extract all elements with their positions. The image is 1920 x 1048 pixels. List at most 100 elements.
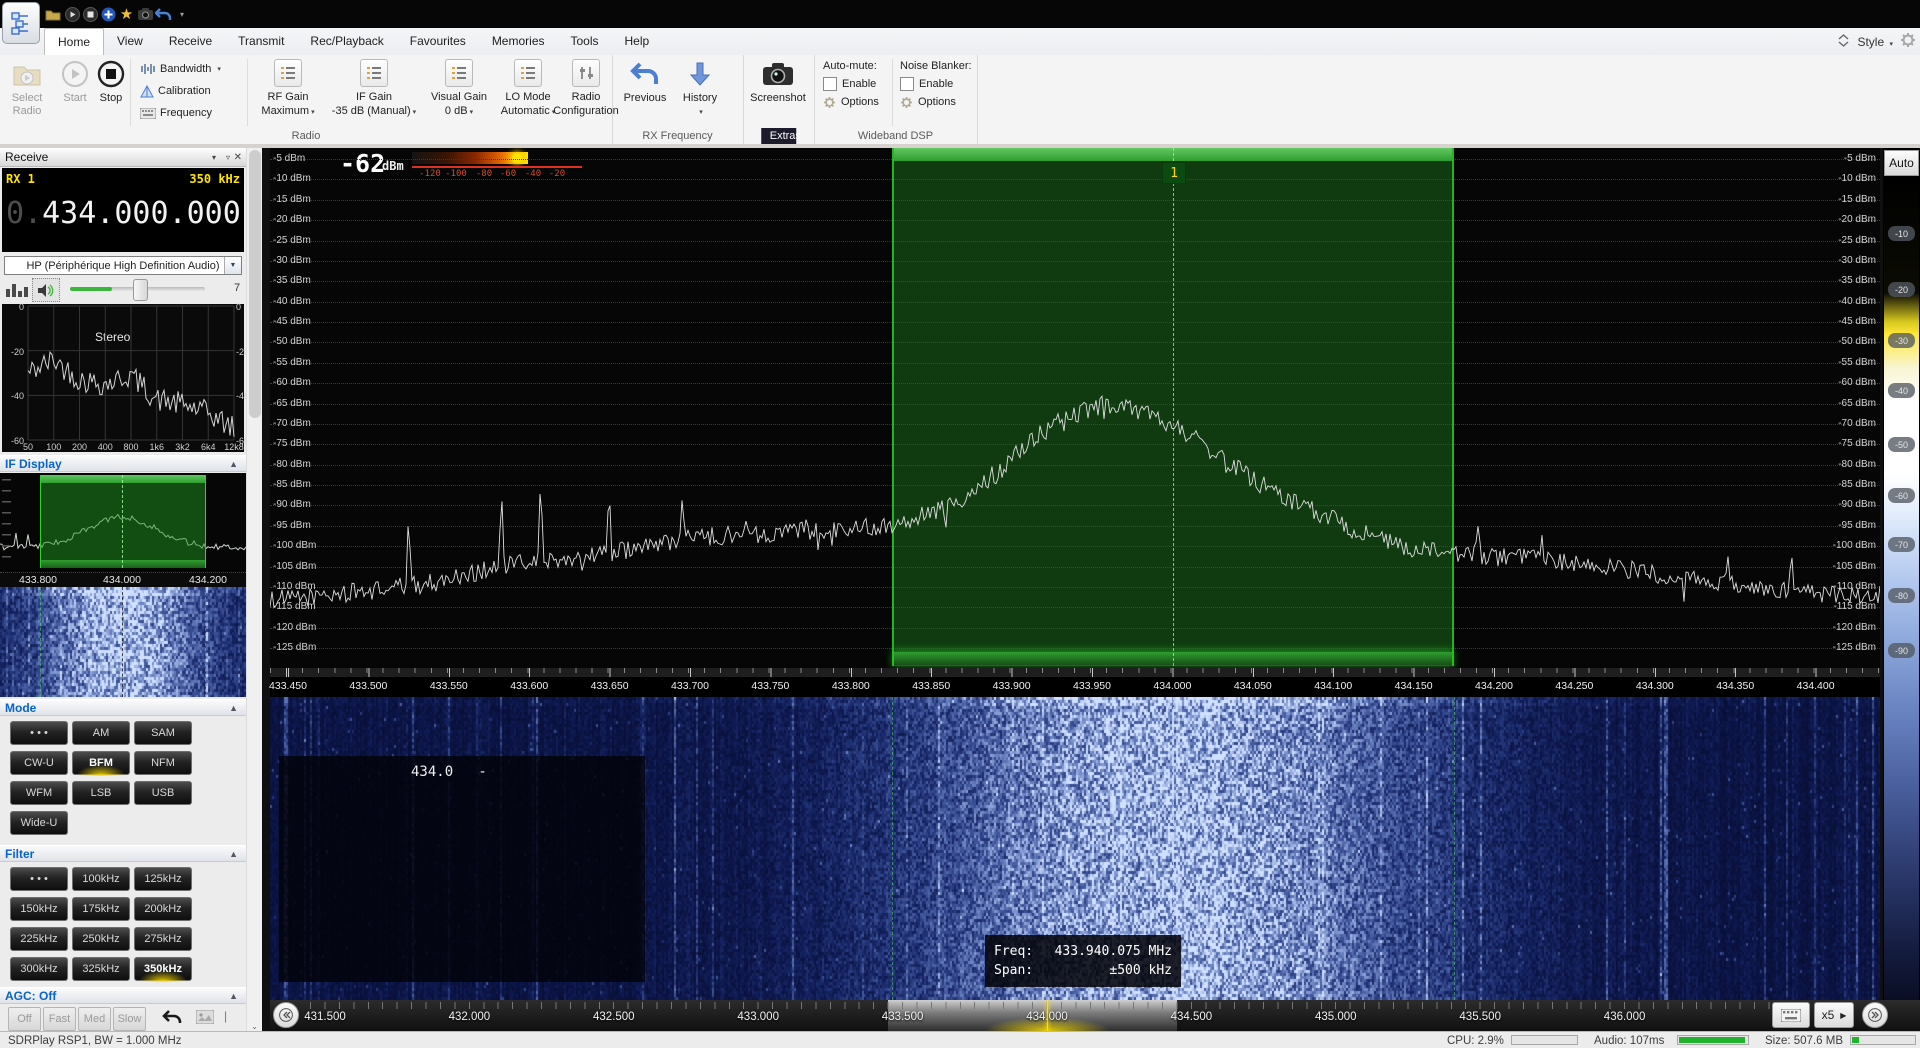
stop-icon[interactable] [82,5,98,23]
if-gain-button[interactable]: IF Gain -35 dB (Manual)▾ [326,59,422,120]
image-icon[interactable] [196,1010,214,1027]
frequency-digits[interactable]: 0.434.000.000 [6,196,241,231]
auto-scale-button[interactable]: Auto [1884,150,1919,176]
volume-handle[interactable] [133,279,148,301]
auto-mute-options-button[interactable]: Options [823,93,879,111]
tab-tools[interactable]: Tools [558,28,612,54]
mode-button-lsb[interactable]: LSB [72,781,130,805]
mode-button-cw-u[interactable]: CW-U [10,751,68,775]
scroll-down-icon[interactable]: ⌄ [247,1022,262,1031]
filter-button-350khz[interactable]: 350kHz [134,957,192,981]
history-button[interactable]: History▾ [674,58,726,124]
waterfall-color-scale[interactable]: -10-20-30-40-50-60-70-80-90 [1884,178,1919,1000]
panel-close-icon[interactable]: ✕ [234,148,242,167]
play-icon[interactable] [64,5,80,23]
divider-glyph: | [224,1009,227,1023]
mode-button-usb[interactable]: USB [134,781,192,805]
nav-left-button[interactable] [273,1002,299,1028]
mode-header[interactable]: Mode▲ [0,699,246,716]
filter-button-225khz[interactable]: 225kHz [10,927,68,951]
zoom-factor-button[interactable]: x5▶ [1814,1002,1854,1028]
tab-help[interactable]: Help [612,28,663,54]
filter-button-125khz[interactable]: 125kHz [134,867,192,891]
nav-right-button[interactable] [1862,1002,1888,1028]
settings-gear-icon[interactable] [1900,32,1916,51]
filter-button-175khz[interactable]: 175kHz [72,897,130,921]
screenshot-button[interactable]: Screenshot [746,58,810,124]
favourite-icon[interactable]: ★ [118,5,135,23]
mode-button-wfm[interactable]: WFM [10,781,68,805]
mode-button-sam[interactable]: SAM [134,721,192,745]
filter-button-150khz[interactable]: 150kHz [10,897,68,921]
rf-gain-button[interactable]: RF Gain Maximum▾ [252,59,324,120]
spectrum-display[interactable]: -62 dBm -120-100-80-60-40-20 -5 dBm-5 dB… [270,148,1880,668]
tab-favourites[interactable]: Favourites [397,28,479,54]
panel-scrollbar[interactable]: ⌄ [246,148,262,1032]
filter-header[interactable]: Filter▲ [0,845,246,862]
keyboard-entry-button[interactable] [1772,1002,1810,1028]
select-radio-button[interactable]: Select Radio [4,58,50,124]
bandwidth-button[interactable]: Bandwidth▾ [140,60,221,78]
equalizer-icon[interactable] [6,281,28,300]
lo-mode-button[interactable]: LO Mode Automatic▾ [496,59,560,120]
noise-blanker-options-button[interactable]: Options [900,93,972,111]
band-navigation-bar[interactable]: 431.500432.000432.500433.000433.500434.0… [270,1000,1920,1031]
open-icon[interactable] [44,5,61,23]
mode-button-wide-u[interactable]: Wide-U [10,811,68,835]
agc-button-med[interactable]: Med [78,1007,111,1031]
app-menu-button[interactable] [2,2,40,44]
tab-view[interactable]: View [104,28,156,54]
filter-button-300khz[interactable]: 300kHz [10,957,68,981]
filter-button-100khz[interactable]: 100kHz [72,867,130,891]
agc-header[interactable]: AGC: Off▲ [0,987,246,1004]
add-icon[interactable] [100,5,116,23]
panel-menu-icon[interactable]: ▾ [212,148,216,167]
previous-button[interactable]: Previous [620,58,670,124]
camera-icon[interactable] [137,5,153,23]
undo-icon[interactable] [155,5,172,23]
style-menu[interactable]: Style ▾ [1857,35,1893,49]
frequency-display[interactable]: RX 1 350 kHz 0.434.000.000 [2,168,244,252]
if-display-spectrum[interactable] [0,473,246,572]
if-channel-region[interactable] [40,475,206,568]
audio-device-select[interactable]: HP (Périphérique High Definition Audio)▼ [4,256,242,275]
tab-receive[interactable]: Receive [156,28,225,54]
tab-memories[interactable]: Memories [479,28,558,54]
undo-arrow-icon[interactable] [162,1009,182,1028]
mode-button-bfm[interactable]: BFM [72,751,130,775]
collapse-ribbon-icon[interactable] [1837,33,1850,51]
mode-button-dots[interactable]: • • • [10,721,68,745]
tab-home[interactable]: Home [44,28,104,55]
visual-gain-button[interactable]: Visual Gain 0 dB▾ [424,59,494,120]
filter-button-325khz[interactable]: 325kHz [72,957,130,981]
stop-button[interactable]: Stop [88,58,134,124]
radio-configuration-button[interactable]: Radio Configuration [562,59,610,118]
calibration-button[interactable]: Calibration [140,82,211,100]
filter-button-250khz[interactable]: 250kHz [72,927,130,951]
agc-button-fast[interactable]: Fast [43,1007,76,1031]
nav-freq-label: 435.000 [1315,1011,1357,1023]
filter-button-dots[interactable]: • • • [10,867,68,891]
agc-button-off[interactable]: Off [8,1007,41,1031]
more-commands-icon[interactable]: ▾ [176,5,188,23]
frequency-axis[interactable]: 433.450433.500433.550433.600433.650433.7… [270,668,1880,697]
rx-marker[interactable]: 1 [1162,162,1186,184]
if-waterfall[interactable] [0,587,246,697]
tab-rec-playback[interactable]: Rec/Playback [297,28,396,54]
tab-transmit[interactable]: Transmit [225,28,297,54]
noise-blanker-enable-checkbox[interactable]: Enable [900,75,972,93]
freq-axis-label: 433.850 [912,680,950,692]
mode-button-am[interactable]: AM [72,721,130,745]
waterfall-display[interactable]: 434.0 - Freq:433.940.075 MHz Span:±500 k… [270,697,1880,1000]
agc-button-slow[interactable]: Slow [113,1007,146,1031]
filter-button-200khz[interactable]: 200kHz [134,897,192,921]
panel-pin-icon[interactable]: ▿ [226,148,230,167]
filter-button-275khz[interactable]: 275kHz [134,927,192,951]
mute-speaker-button[interactable] [32,278,60,302]
if-display-header[interactable]: IF Display▲ [0,455,246,472]
mode-button-nfm[interactable]: NFM [134,751,192,775]
scrollbar-thumb[interactable] [249,150,261,418]
auto-mute-enable-checkbox[interactable]: Enable [823,75,879,93]
frequency-button[interactable]: Frequency [140,104,212,122]
chevron-down-icon[interactable]: ▼ [224,257,241,274]
